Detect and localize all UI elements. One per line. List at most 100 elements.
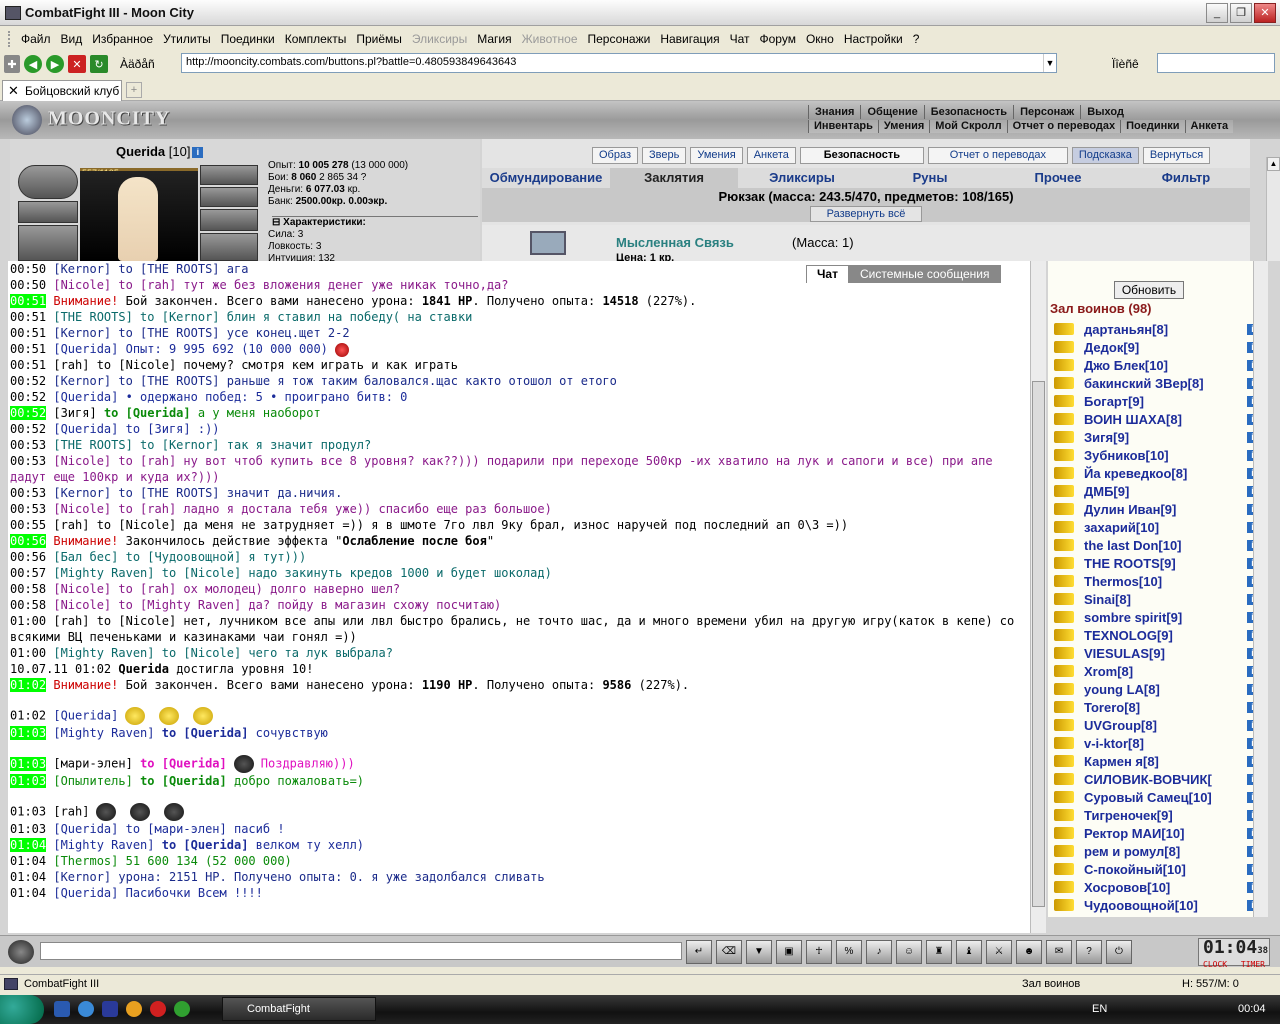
back-icon[interactable]: ◀ (24, 55, 42, 73)
chat-time[interactable]: 01:03 (10, 822, 46, 836)
chat-time[interactable]: 00:58 (10, 582, 46, 596)
player-item[interactable]: Зигя[9]i (1050, 429, 1262, 447)
player-item[interactable]: Xrom[8]i (1050, 663, 1262, 681)
player-name[interactable]: Богарт[9] (1084, 394, 1144, 409)
player-name[interactable]: sombre spirit[9] (1084, 610, 1182, 625)
smiley-icon[interactable]: ☺ (896, 940, 922, 964)
app-quick-icon[interactable] (102, 1001, 118, 1017)
player-item[interactable]: Йа креведкоо[8]i (1050, 465, 1262, 483)
percent-icon[interactable]: % (836, 940, 862, 964)
category-tab[interactable]: Обмундирование (482, 168, 610, 188)
player-name[interactable]: Суровый Самец[10] (1084, 790, 1212, 805)
player-item[interactable]: ВОИН ШАХА[8]i (1050, 411, 1262, 429)
player-item[interactable]: Чудоовощной[10]i (1050, 897, 1262, 915)
chat-time[interactable]: 01:00 (10, 614, 46, 628)
new-tab-button[interactable]: + (126, 82, 142, 98)
menu-item[interactable]: Поединки (216, 28, 280, 50)
start-button[interactable] (0, 995, 44, 1024)
desktop-icon[interactable] (54, 1001, 70, 1017)
inventory-button[interactable]: Вернуться (1142, 147, 1211, 164)
chat-time[interactable]: 00:55 (10, 518, 46, 532)
chat-time[interactable]: 00:52 (10, 422, 46, 436)
player-item[interactable]: VIESULAS[9]i (1050, 645, 1262, 663)
player-item[interactable]: захарий[10]i (1050, 519, 1262, 537)
category-tab[interactable]: Фильтр (1122, 168, 1250, 188)
chat-time[interactable]: 00:58 (10, 598, 46, 612)
player-name[interactable]: Зигя[9] (1084, 430, 1129, 445)
menu-item[interactable]: Навигация (655, 28, 724, 50)
chat-scroll-thumb[interactable] (1032, 381, 1045, 907)
help-icon[interactable]: ? (1076, 940, 1102, 964)
character-portrait[interactable] (80, 171, 198, 261)
taskbar-task[interactable]: CombatFight (222, 997, 376, 1021)
player-item[interactable]: ДМБ[9]i (1050, 483, 1262, 501)
mail-icon[interactable]: ✉ (1046, 940, 1072, 964)
player-name[interactable]: Дулин Иван[9] (1084, 502, 1176, 517)
player-name[interactable]: Sinai[8] (1084, 592, 1131, 607)
player-item[interactable]: v-i-ktor[8]i (1050, 735, 1262, 753)
player-name[interactable]: Чудоовощной[10] (1084, 898, 1198, 913)
tab-combats[interactable]: ✕ Бойцовский клуб (2, 80, 122, 101)
chat-time[interactable]: 00:51 (10, 342, 46, 356)
player-item[interactable]: дартаньян[8]i (1050, 321, 1262, 339)
player-item[interactable]: Thermos[10]i (1050, 573, 1262, 591)
helmet-slot[interactable] (18, 165, 78, 199)
player-item[interactable]: sombre spirit[9]i (1050, 609, 1262, 627)
chat-time[interactable]: 00:56 (10, 534, 47, 548)
chat-time[interactable]: 00:50 (10, 278, 46, 292)
friends-icon[interactable]: ☻ (1016, 940, 1042, 964)
player-item[interactable]: рем и ромул[8]i (1050, 843, 1262, 861)
chat-time[interactable]: 00:53 (10, 438, 46, 452)
menu-item[interactable]: Чат (725, 28, 755, 50)
player-item[interactable]: Джо Блек[10]i (1050, 357, 1262, 375)
player-name[interactable]: СИЛОВИК-ВОВЧИК[ (1084, 772, 1212, 787)
expand-all-button[interactable]: Развернуть всё (809, 206, 923, 222)
player-name[interactable]: THE ROOTS[9] (1084, 556, 1176, 571)
player-item[interactable]: Sinai[8]i (1050, 591, 1262, 609)
inventory-button[interactable]: Умения (690, 147, 743, 164)
player-name[interactable]: Тигреночек[9] (1084, 808, 1173, 823)
chat-time[interactable]: 00:51 (10, 294, 47, 308)
chat-input[interactable] (40, 942, 682, 960)
tab-chat[interactable]: Чат (806, 265, 849, 283)
menu-item[interactable]: Файл (16, 28, 56, 50)
menu-item[interactable]: Избранное (87, 28, 158, 50)
player-item[interactable]: UVGroup[8]i (1050, 717, 1262, 735)
chat-time[interactable]: 00:52 (10, 374, 46, 388)
player-name[interactable]: бакинский ЗВер[8] (1084, 376, 1204, 391)
menu-item[interactable]: Настройки (839, 28, 908, 50)
eraser-icon[interactable]: ⌫ (716, 940, 742, 964)
inventory-button[interactable]: Отчет о переводах (927, 147, 1068, 164)
forward-icon[interactable]: ▶ (46, 55, 64, 73)
bag-icon[interactable]: ♝ (956, 940, 982, 964)
player-name[interactable]: Xrom[8] (1084, 664, 1133, 679)
menu-item[interactable]: Магия (472, 28, 516, 50)
player-item[interactable]: бакинский ЗВер[8]i (1050, 375, 1262, 393)
top-nav-item[interactable]: Персонаж (1013, 105, 1080, 119)
sub-nav-item[interactable]: Поединки (1120, 120, 1185, 133)
chat-time[interactable]: 00:53 (10, 454, 46, 468)
character-name[interactable]: Querida [10] i (116, 144, 204, 159)
address-dropdown-icon[interactable]: ▼ (1043, 54, 1056, 72)
category-tab[interactable]: Заклятия (610, 168, 738, 188)
inventory-button[interactable]: Анкета (746, 147, 796, 164)
player-item[interactable]: Хосровов[10]i (1050, 879, 1262, 897)
chat-time[interactable]: 01:04 (10, 854, 46, 868)
menu-item[interactable]: Утилиты (158, 28, 216, 50)
player-item[interactable]: Torero[8]i (1050, 699, 1262, 717)
inventory-button[interactable]: Безопасность (799, 147, 924, 164)
menu-item[interactable]: ? (908, 28, 925, 50)
player-item[interactable]: Кармен я[8]i (1050, 753, 1262, 771)
chat-time[interactable]: 10.07.11 01:02 (10, 662, 111, 676)
player-name[interactable]: захарий[10] (1084, 520, 1159, 535)
top-nav-item[interactable]: Общение (860, 105, 923, 119)
aimp-icon[interactable] (126, 1001, 142, 1017)
sub-nav-item[interactable]: Анкета (1184, 120, 1234, 133)
player-name[interactable]: Кармен я[8] (1084, 754, 1159, 769)
inventory-button[interactable]: Подсказка (1071, 147, 1139, 164)
menu-item[interactable]: Окно (801, 28, 839, 50)
address-input[interactable]: http://mooncity.combats.com/buttons.pl?b… (181, 53, 1057, 73)
player-name[interactable]: Thermos[10] (1084, 574, 1162, 589)
chat-scrollbar[interactable] (1030, 261, 1046, 933)
chat-time[interactable]: 00:51 (10, 326, 46, 340)
